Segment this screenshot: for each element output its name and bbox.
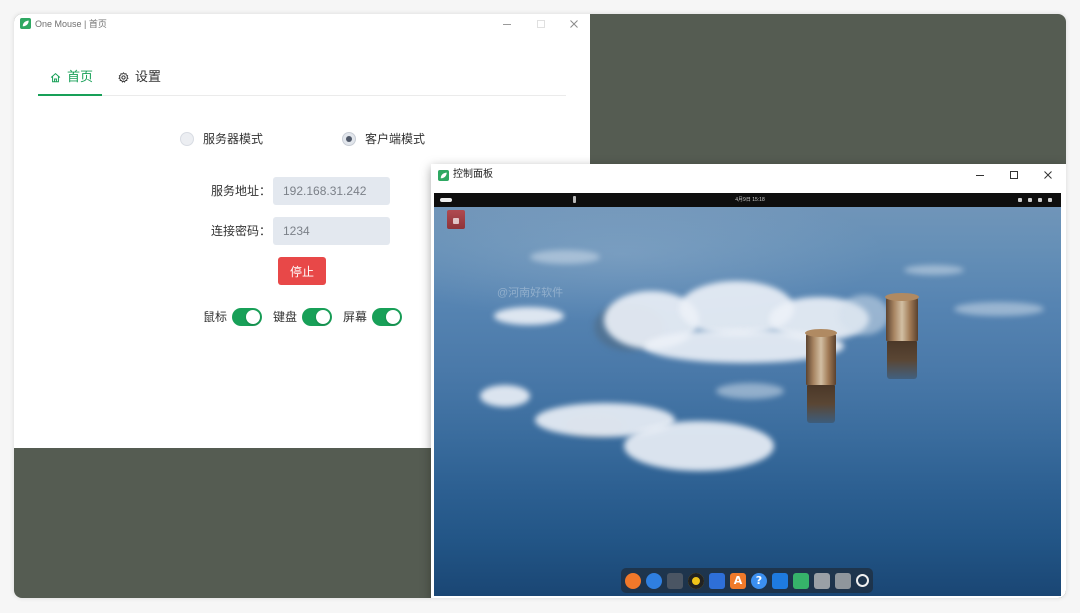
status-indicator-icon <box>573 196 576 203</box>
keyboard-toggle-label: 键盘 <box>273 310 298 324</box>
remote-clock[interactable]: 4月9日 15:18 <box>710 193 790 207</box>
cloud-reflection <box>904 265 964 275</box>
radio-client-mode-label: 客户端模式 <box>365 132 426 146</box>
tab-settings-label: 设置 <box>135 69 162 84</box>
archive-icon[interactable] <box>814 572 830 589</box>
active-tab-indicator <box>38 94 102 96</box>
cloud-reflection <box>480 385 530 407</box>
accessibility-icon[interactable] <box>1018 198 1022 202</box>
cloud-reflection <box>839 295 889 335</box>
tab-home-label: 首页 <box>67 69 94 84</box>
lake-wallpaper: @河南好软件 A? <box>434 207 1061 596</box>
dock: A? <box>621 568 873 593</box>
cloud-reflection <box>494 307 564 325</box>
cloud-reflection <box>530 250 600 264</box>
toggle-knob <box>386 310 400 324</box>
activities-icon[interactable] <box>440 198 452 202</box>
control-panel-window: 控制面板 4月9日 15:18 @河南好软件 A ? <box>431 164 1066 598</box>
browser-icon[interactable] <box>646 572 662 589</box>
wooden-post <box>805 329 837 385</box>
network-icon[interactable] <box>1028 198 1032 202</box>
remote-desktop-view[interactable]: 4月9日 15:18 @河南好软件 A ? <box>434 193 1061 596</box>
power-menu-icon[interactable] <box>1048 198 1052 202</box>
folder-icon[interactable] <box>447 210 465 229</box>
power-icon[interactable] <box>856 574 869 587</box>
remote-top-bar: 4月9日 15:18 <box>434 193 1061 207</box>
maximize-icon[interactable] <box>536 19 546 29</box>
firefox-icon[interactable] <box>625 572 641 589</box>
one-mouse-leaf-icon <box>20 18 31 29</box>
close-icon[interactable] <box>1043 170 1053 180</box>
remote-status-icons[interactable] <box>1018 198 1052 202</box>
window-title: One Mouse | 首页 <box>35 19 107 29</box>
toggle-row: 鼠标 键盘 屏幕 <box>203 308 413 326</box>
stop-button[interactable]: 停止 <box>278 257 326 285</box>
cloud-reflection <box>954 302 1044 316</box>
gear-icon <box>118 71 129 83</box>
wooden-post <box>885 293 919 341</box>
tab-settings[interactable]: 设置 <box>118 69 161 85</box>
mouse-toggle-label: 鼠标 <box>203 310 228 324</box>
radio-client-mode[interactable]: 客户端模式 <box>342 132 425 146</box>
tab-divider <box>38 95 566 96</box>
music-player-icon[interactable] <box>688 572 704 589</box>
screen-toggle[interactable] <box>372 308 402 326</box>
radio-server-mode[interactable]: 服务器模式 <box>180 132 263 146</box>
password-input[interactable] <box>273 217 390 245</box>
cloud-reflection <box>624 421 774 471</box>
post-reflection <box>887 341 917 379</box>
radio-server-mode-label: 服务器模式 <box>203 132 264 146</box>
minimize-icon[interactable] <box>502 19 512 29</box>
watermark: @河南好软件 <box>497 287 564 299</box>
mouse-toggle[interactable] <box>232 308 262 326</box>
radio-circle <box>342 132 356 146</box>
control-panel-title: 控制面板 <box>453 169 493 180</box>
file-manager-icon[interactable] <box>667 572 683 589</box>
cloud-reflection <box>716 383 784 399</box>
one-mouse-icon[interactable] <box>793 572 809 589</box>
maximize-icon[interactable] <box>1009 170 1019 180</box>
screen-toggle-label: 屏幕 <box>343 310 368 324</box>
post-reflection <box>807 385 835 423</box>
radio-circle <box>180 132 194 146</box>
screenshot-icon[interactable] <box>772 572 788 589</box>
home-icon <box>50 72 61 83</box>
trash-icon[interactable] <box>835 572 851 589</box>
app-store-icon[interactable]: A <box>730 572 746 589</box>
server-address-label: 服务地址： <box>210 184 271 198</box>
password-label: 连接密码： <box>210 224 271 238</box>
server-address-input[interactable] <box>273 177 390 205</box>
tab-home[interactable]: 首页 <box>50 69 93 85</box>
keyboard-toggle[interactable] <box>302 308 332 326</box>
close-icon[interactable] <box>569 19 579 29</box>
help-icon[interactable]: ? <box>751 572 767 589</box>
one-mouse-leaf-icon <box>438 170 449 181</box>
minimize-icon[interactable] <box>975 170 985 180</box>
volume-icon[interactable] <box>1038 198 1042 202</box>
toggle-knob <box>316 310 330 324</box>
toggle-knob <box>246 310 260 324</box>
text-editor-icon[interactable] <box>709 572 725 589</box>
desktop: One Mouse | 首页 首页 设置 服务器模式 客户端模式 服务地址： 1… <box>14 14 1066 598</box>
